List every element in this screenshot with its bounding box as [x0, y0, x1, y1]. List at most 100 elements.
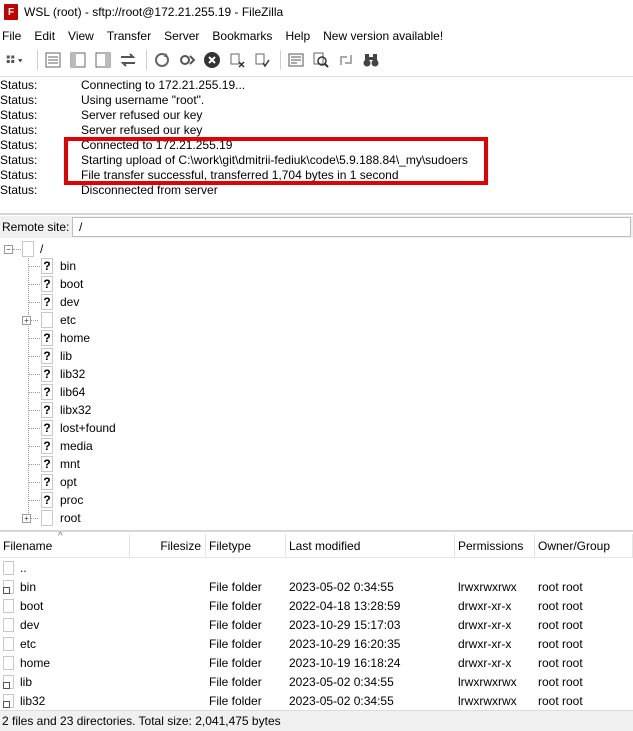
expand-toggle-icon[interactable]: + [22, 513, 31, 523]
file-cell-type: File folder [209, 598, 262, 613]
tree-item[interactable]: ? lib64 [22, 383, 85, 401]
file-cell-name: dev [0, 617, 130, 632]
disconnect-icon[interactable] [226, 49, 248, 71]
tree-toggle-slot [22, 409, 40, 411]
toggle-remote-tree-icon[interactable] [92, 49, 114, 71]
file-cell-owner: root root [538, 579, 583, 594]
file-cell-modified: 2023-05-02 0:34:55 [289, 693, 394, 708]
tree-item[interactable]: ? lost+found [22, 419, 116, 437]
file-row[interactable]: .. [0, 558, 633, 577]
red-highlight-annotation [64, 137, 488, 185]
column-header-last-modified[interactable]: Last modified [286, 533, 455, 558]
tree-item-label: lib64 [60, 385, 86, 399]
unknown-folder-icon: ? [41, 258, 53, 274]
tree-item[interactable]: ? boot [22, 275, 83, 293]
tree-item[interactable]: + root [22, 509, 81, 527]
log-row: Status: Server refused our key [0, 122, 633, 137]
log-text: Connecting to 172.21.255.19... [81, 77, 246, 92]
tree-toggle-slot [22, 481, 40, 483]
message-log[interactable]: Status: Connecting to 172.21.255.19... Sta… [0, 76, 633, 213]
tree-item[interactable]: ? home [22, 329, 90, 347]
menu-item-server[interactable]: Server [161, 29, 202, 43]
log-kind: Status: [0, 77, 38, 92]
file-cell-perms: lrwxrwxrwx [458, 693, 517, 708]
remote-directory-tree[interactable]: − / ? bin? boot? dev + etc? home? lib? lib32? lib… [0, 239, 633, 529]
transfer-queue-icon[interactable] [117, 49, 139, 71]
file-row[interactable]: home File folder 2023-10-19 16:18:24 drwxr-… [0, 653, 633, 672]
reconnect-icon[interactable] [251, 49, 273, 71]
menu-item-transfer[interactable]: Transfer [104, 29, 154, 43]
remote-site-bar: Remote site: / [0, 216, 633, 238]
menu-item-edit[interactable]: Edit [31, 29, 58, 43]
tree-toggle-slot [22, 337, 40, 339]
file-cell-type: File folder [209, 693, 262, 708]
symlink-folder-icon [3, 579, 14, 594]
collapse-toggle-icon[interactable]: − [4, 244, 13, 254]
pane-divider[interactable] [0, 530, 633, 532]
tree-toggle-slot: + [22, 315, 40, 325]
menu-item-bookmarks[interactable]: Bookmarks [209, 29, 275, 43]
file-row[interactable]: bin File folder 2023-05-02 0:34:55 lrwxrwxr… [0, 577, 633, 596]
file-cell-owner: root root [538, 674, 583, 689]
tree-root-node[interactable]: − / [4, 241, 43, 257]
file-row[interactable]: lib File folder 2023-05-02 0:34:55 lrwxrwxr… [0, 672, 633, 691]
file-cell-modified: 2023-05-02 0:34:55 [289, 579, 394, 594]
toggle-message-log-icon[interactable] [42, 49, 64, 71]
symlink-folder-icon [3, 693, 14, 708]
menu-item-view[interactable]: View [65, 29, 97, 43]
tree-item[interactable]: ? lib [22, 347, 72, 365]
process-queue-icon[interactable] [176, 49, 198, 71]
directory-listing-filter-icon[interactable] [285, 49, 307, 71]
menu-item-new-version-available[interactable]: New version available! [320, 29, 446, 43]
tree-item[interactable]: + etc [22, 311, 76, 329]
unknown-folder-icon: ? [41, 330, 53, 346]
column-header-filetype[interactable]: Filetype [206, 533, 286, 558]
synchronized-browsing-icon[interactable] [335, 49, 357, 71]
menu-item-help[interactable]: Help [282, 29, 313, 43]
tree-item[interactable]: ? dev [22, 293, 79, 311]
tree-item-label: lib [60, 349, 73, 363]
tree-connector [28, 355, 40, 357]
search-icon[interactable] [310, 49, 332, 71]
toggle-local-tree-icon[interactable] [67, 49, 89, 71]
tree-item-label: home [60, 331, 91, 345]
file-cell-type: File folder [209, 579, 262, 594]
file-name: lib32 [20, 693, 46, 708]
toolbar-separator [37, 50, 38, 70]
tree-item[interactable]: ? libx32 [22, 401, 91, 419]
expand-toggle-icon[interactable]: + [22, 315, 31, 325]
file-list[interactable]: .. bin File folder 2023-05-02 0:34:55 lrwxrw… [0, 558, 633, 710]
site-manager-icon[interactable] [0, 49, 30, 71]
column-header-filename[interactable]: Filename ^ [0, 531, 130, 558]
tree-item[interactable]: ? bin [22, 257, 76, 275]
tree-item[interactable]: ? media [22, 437, 93, 455]
file-cell-modified: 2023-10-19 16:18:24 [289, 655, 401, 670]
file-cell-name: .. [0, 560, 130, 575]
file-name: lib [20, 674, 33, 689]
tree-item[interactable]: ? mnt [22, 455, 80, 473]
tree-item[interactable]: ? lib32 [22, 365, 85, 383]
file-cell-perms: drwxr-xr-x [458, 636, 512, 651]
unknown-folder-icon: ? [41, 366, 53, 382]
file-row[interactable]: boot File folder 2022-04-18 13:28:59 drwxr-… [0, 596, 633, 615]
title-bar: F WSL (root) - sftp://root@172.21.255.19… [0, 0, 633, 24]
find-files-binoculars-icon[interactable] [360, 49, 382, 71]
column-header-permissions[interactable]: Permissions [455, 533, 535, 558]
file-cell-perms: drwxr-xr-x [458, 655, 512, 670]
column-header-owner-group[interactable]: Owner/Group [535, 533, 633, 558]
tree-connector [31, 319, 38, 321]
pane-divider[interactable] [0, 213, 633, 215]
menu-item-file[interactable]: File [0, 29, 24, 43]
file-cell-name: bin [0, 579, 130, 594]
file-row[interactable]: etc File folder 2023-10-29 16:20:35 drwxr-x… [0, 634, 633, 653]
remote-path-input[interactable]: / [72, 217, 631, 237]
refresh-icon[interactable] [151, 49, 173, 71]
tree-item[interactable]: ? proc [22, 491, 83, 509]
column-header-filesize[interactable]: Filesize [130, 533, 206, 558]
log-text: Server refused our key [81, 107, 203, 122]
file-cell-type: File folder [209, 617, 262, 632]
cancel-operation-icon[interactable] [201, 49, 223, 71]
tree-item[interactable]: ? opt [22, 473, 77, 491]
file-row[interactable]: lib32 File folder 2023-05-02 0:34:55 lrwxrw… [0, 691, 633, 710]
file-row[interactable]: dev File folder 2023-10-29 15:17:03 drwxr-x… [0, 615, 633, 634]
